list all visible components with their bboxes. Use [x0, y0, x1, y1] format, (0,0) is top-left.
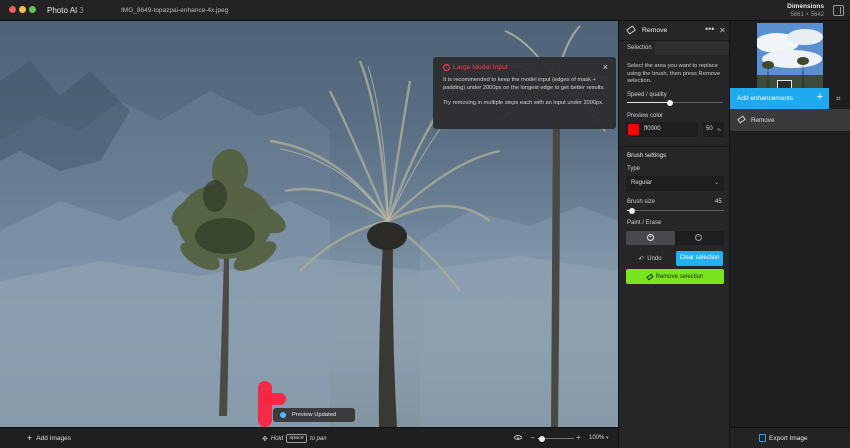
more-options-icon[interactable]: ••• [705, 24, 714, 34]
toast-text: Preview Updated [292, 412, 337, 418]
brush-size-slider[interactable] [627, 207, 724, 214]
panel-title: Remove [642, 27, 668, 34]
paint-erase-label: Paint / Erase [627, 220, 662, 226]
zoom-slider-handle[interactable] [538, 435, 545, 442]
zoom-window-button[interactable] [29, 6, 36, 13]
paint-mode-button[interactable]: + [626, 231, 675, 245]
compare-eye-icon[interactable] [514, 435, 522, 440]
remove-panel: Remove ••• ✕ Selection Select the area y… [618, 21, 730, 448]
add-enhancements-button[interactable]: Add enhancements + [730, 88, 829, 109]
popup-close-icon[interactable]: × [603, 63, 608, 72]
remove-selection-label: Remove selection [655, 273, 704, 280]
large-model-input-popup: ! Large Model Input × It is recommended … [433, 57, 616, 129]
file-name: IMG_8649-topazpai-enhance-4x.jpeg [121, 7, 229, 14]
speed-quality-slider[interactable] [627, 99, 723, 106]
add-images-label: Add Images [36, 434, 71, 442]
minus-circle-icon: − [695, 234, 702, 241]
erase-mode-button[interactable]: − [675, 231, 724, 245]
app-version: 3 [79, 6, 84, 15]
dimensions-value: 5661 × 5642 [790, 12, 824, 18]
zoom-out-button[interactable]: − [530, 433, 535, 442]
export-icon [759, 434, 766, 442]
popup-title: Large Model Input [453, 64, 508, 71]
speed-quality-label: Speed / quality [627, 92, 667, 98]
plus-icon: + [27, 433, 33, 443]
pan-hint-hold: Hold [270, 435, 284, 442]
pan-hint: ✥ Hold space to pan [262, 434, 327, 443]
plus-icon: + [816, 91, 823, 103]
preview-updated-toast: Preview Updated [273, 408, 355, 422]
clear-selection-button[interactable]: Clear selection [676, 251, 723, 266]
eraser-icon [626, 25, 636, 35]
warning-icon: ! [443, 64, 450, 71]
pan-hint-to-pan: to pan [309, 435, 327, 442]
title-bar: Photo AI 3 IMG_8649-topazpai-enhance-4x.j… [0, 0, 850, 21]
brush-settings-title: Brush settings [627, 152, 667, 159]
chevron-down-icon[interactable]: ▾ [606, 435, 609, 441]
chevron-down-icon: ⌄ [713, 180, 719, 186]
undo-label: Undo [647, 256, 662, 262]
opacity-unit: % [717, 127, 722, 132]
divider [619, 146, 730, 147]
add-images-button[interactable]: + Add Images [27, 433, 71, 443]
remove-selection-button[interactable]: Remove selection [626, 269, 724, 284]
export-image-label: Export Image [769, 435, 808, 442]
space-key: space [286, 434, 307, 443]
undo-icon: ↶ [638, 256, 645, 263]
crop-icon[interactable]: ⌗ [836, 94, 841, 104]
speed-slider-handle[interactable] [667, 99, 674, 106]
minimize-window-button[interactable] [19, 6, 26, 13]
close-panel-icon[interactable]: ✕ [719, 26, 726, 35]
export-image-button[interactable]: Export Image [730, 427, 850, 448]
selection-field[interactable] [655, 41, 729, 55]
selection-label: Selection [627, 45, 652, 51]
brush-size-value: 45 [715, 199, 722, 205]
opacity-input[interactable]: 50 % [703, 122, 724, 137]
zoom-in-button[interactable]: + [576, 433, 581, 442]
add-enhancements-label: Add enhancements [737, 95, 794, 102]
eraser-icon [737, 115, 746, 124]
speed-slider-fill [627, 102, 671, 103]
opacity-value: 50 [706, 126, 713, 132]
popup-title-row: ! Large Model Input [443, 64, 606, 71]
plus-circle-icon: + [647, 234, 654, 241]
enhancements-sidebar: Add enhancements + ⌗ Remove Export Image [729, 21, 850, 448]
dimensions-readout: Dimensions 5661 × 5642 [787, 3, 824, 18]
popup-paragraph-1: It is recommended to keep the model inpu… [443, 77, 605, 91]
zoom-value[interactable]: 100% [589, 435, 604, 441]
app-name: Photo AI [47, 6, 78, 15]
bottom-toolbar: + Add Images ✥ Hold space to pan − + 100… [0, 427, 618, 448]
undo-button[interactable]: ↶ Undo [626, 252, 674, 266]
image-canvas[interactable]: ! Large Model Input × It is recommended … [0, 21, 618, 427]
eraser-icon [646, 273, 654, 280]
remove-description: Select the area you want to replace usin… [627, 63, 721, 85]
preview-color-input[interactable]: ff0000 [626, 122, 698, 137]
brush-size-label: Brush size [627, 199, 656, 205]
type-label: Type [627, 166, 641, 172]
info-icon [280, 412, 286, 418]
popup-paragraph-2: Try removing in multiple steps each with… [443, 99, 604, 106]
panel-header: Remove ••• ✕ [619, 21, 730, 41]
zoom-slider[interactable] [538, 435, 574, 442]
preview-color-label: Preview color [627, 113, 664, 119]
brush-type-select[interactable]: Regular ⌄ [626, 176, 724, 191]
color-hex-value: ff0000 [644, 126, 661, 132]
dimensions-title: Dimensions [787, 3, 824, 10]
enhancement-item-label: Remove [751, 117, 775, 124]
move-icon: ✥ [262, 435, 268, 443]
paint-erase-toggle: + − [626, 231, 724, 245]
color-swatch[interactable] [628, 124, 639, 135]
brush-size-handle[interactable] [628, 207, 635, 214]
image-thumbnail[interactable] [757, 23, 823, 89]
popup-body: It is recommended to keep the model inpu… [443, 77, 606, 107]
sidebar-toggle-icon[interactable] [833, 5, 844, 16]
app-title: Photo AI 3 [47, 6, 84, 15]
close-window-button[interactable] [9, 6, 16, 13]
enhancement-item-remove[interactable]: Remove [730, 109, 850, 131]
brush-type-value: Regular [631, 180, 653, 186]
